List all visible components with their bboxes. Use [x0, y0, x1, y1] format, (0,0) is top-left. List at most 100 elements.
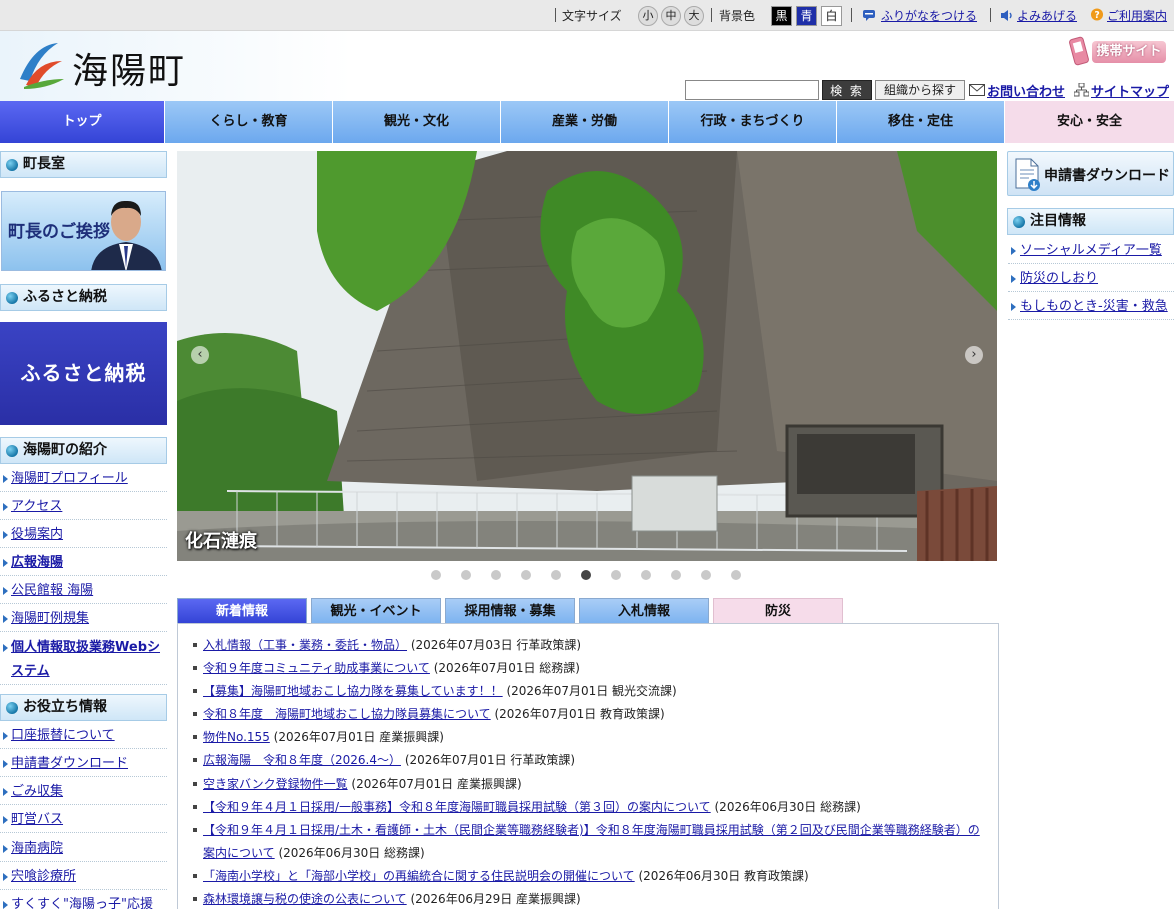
sidebar-item-garbage[interactable]: ごみ収集: [0, 780, 167, 805]
speech-bubble-icon: [863, 10, 875, 21]
slide-dot[interactable]: [731, 570, 741, 580]
slide-dot[interactable]: [671, 570, 681, 580]
sidebar-item-office-guide[interactable]: 役場案内: [0, 523, 167, 548]
mobile-site-label: 携帯サイト: [1092, 41, 1166, 63]
featured-disaster-guide[interactable]: 防災のしおり: [1008, 267, 1174, 292]
mobile-site-button[interactable]: 携帯サイト: [1066, 36, 1168, 68]
font-size-large-button[interactable]: 大: [684, 6, 704, 26]
news-link[interactable]: 【募集】海陽町地域おこし協力隊を募集しています！！: [203, 684, 503, 698]
separator: [851, 8, 852, 22]
sidebar-item-form-download[interactable]: 申請書ダウンロード: [0, 752, 167, 777]
sidebar-item-public-relations[interactable]: 広報海陽: [0, 551, 167, 576]
org-search-button[interactable]: 組織から探す: [875, 80, 965, 100]
separator: [711, 8, 712, 22]
nav-administration[interactable]: 行政・まちづくり: [669, 101, 837, 143]
sitemap-icon: [1074, 83, 1089, 97]
search-input[interactable]: [685, 80, 819, 100]
sidebar-item-town-bus[interactable]: 町営バス: [0, 808, 167, 833]
sidebar-item-access[interactable]: アクセス: [0, 495, 167, 520]
hero-slideshow[interactable]: [177, 151, 997, 561]
mayor-greeting-banner[interactable]: 町長のご挨拶: [1, 191, 166, 271]
news-item: 【令和９年４月１日採用/土木・看護師・土木（民間企業等職務経験者)】令和８年度海…: [193, 819, 983, 865]
furusato-heading: ふるさと納税: [0, 284, 167, 311]
sidebar-item-privacy-system[interactable]: 個人情報取扱業務Webシステム: [0, 636, 167, 685]
font-size-small-button[interactable]: 小: [638, 6, 658, 26]
news-link[interactable]: 令和９年度コミュニティ助成事業について: [203, 661, 430, 675]
slide-dot[interactable]: [491, 570, 501, 580]
news-link[interactable]: 【令和９年４月１日採用/一般事務】令和８年度海陽町職員採用試験（第３回）の案内に…: [203, 800, 711, 814]
slide-next-button[interactable]: ›: [965, 346, 983, 364]
tab-disaster-prevention[interactable]: 防災: [713, 598, 843, 623]
news-item: 広報海陽 令和８年度（2026.4〜） (2026年07月01日 行革政策課): [193, 749, 983, 772]
slide-dot[interactable]: [641, 570, 651, 580]
news-link[interactable]: 令和８年度 海陽町地域おこし協力隊員募集について: [203, 707, 491, 721]
tab-bidding[interactable]: 入札情報: [579, 598, 709, 623]
featured-heading: 注目情報: [1007, 208, 1174, 235]
mayor-portrait: [91, 200, 162, 270]
bg-black-button[interactable]: 黒: [771, 6, 792, 26]
read-aloud-link[interactable]: よみあげる: [1017, 7, 1077, 24]
form-download-button[interactable]: 申請書ダウンロード: [1007, 151, 1174, 196]
contact-link[interactable]: お問い合わせ: [987, 81, 1065, 100]
slide-dot[interactable]: [581, 570, 591, 580]
slide-dot[interactable]: [461, 570, 471, 580]
sidebar-item-kominkan[interactable]: 公民館報 海陽: [0, 579, 167, 604]
intro-heading: 海陽町の紹介: [0, 437, 167, 464]
tab-recruitment[interactable]: 採用情報・募集: [445, 598, 575, 623]
slide-caption: 化石漣痕: [185, 531, 257, 552]
featured-emergency[interactable]: もしものとき-災害・救急: [1008, 295, 1174, 320]
help-link[interactable]: ご利用案内: [1107, 7, 1167, 24]
news-link[interactable]: 森林環境譲与税の使途の公表について: [203, 892, 407, 906]
tab-tourism-events[interactable]: 観光・イベント: [311, 598, 441, 623]
slide-dot[interactable]: [701, 570, 711, 580]
nav-tourism-culture[interactable]: 観光・文化: [333, 101, 501, 143]
sidebar-item-bank-transfer[interactable]: 口座振替について: [0, 724, 167, 749]
form-download-label: 申請書ダウンロード: [1044, 168, 1170, 184]
slide-prev-button[interactable]: ‹: [191, 346, 209, 364]
bg-blue-button[interactable]: 青: [796, 6, 817, 26]
news-item: 森林環境譲与税の使途の公表について (2026年06月29日 産業振興課): [193, 888, 983, 909]
news-link[interactable]: 入札情報（工事・業務・委託・物品）: [203, 638, 407, 652]
sitemap-link[interactable]: サイトマップ: [1091, 81, 1169, 100]
news-item: 【募集】海陽町地域おこし協力隊を募集しています！！ (2026年07月01日 観…: [193, 680, 983, 703]
slide-dot[interactable]: [431, 570, 441, 580]
sidebar-item-child-support[interactable]: すくすく"海陽っ子"応援: [0, 893, 167, 909]
slide-dot[interactable]: [611, 570, 621, 580]
nav-life-education[interactable]: くらし・教育: [165, 101, 333, 143]
mayor-heading: 町長室: [0, 151, 167, 178]
sidebar-item-kainan-hospital[interactable]: 海南病院: [0, 837, 167, 862]
separator: [555, 8, 556, 22]
nav-migration[interactable]: 移住・定住: [837, 101, 1005, 143]
news-link[interactable]: 空き家バンク登録物件一覧: [203, 777, 348, 791]
bg-white-button[interactable]: 白: [821, 6, 842, 26]
furusato-tax-banner[interactable]: ふるさと納税: [0, 322, 167, 425]
site-header: 海陽町 携帯サイト 検 索 組織から探す お問い合わせ サイトマップ: [0, 31, 1174, 101]
news-link[interactable]: 広報海陽 令和８年度（2026.4〜）: [203, 753, 401, 767]
search-button[interactable]: 検 索: [822, 80, 872, 100]
nav-safety[interactable]: 安心・安全: [1005, 101, 1174, 143]
news-link[interactable]: 「海南小学校」と「海部小学校」の再編統合に関する住民説明会の開催について: [203, 869, 635, 883]
slide-dot[interactable]: [551, 570, 561, 580]
font-size-medium-button[interactable]: 中: [661, 6, 681, 26]
featured-social-media[interactable]: ソーシャルメディア一覧: [1008, 239, 1174, 264]
town-logo-text[interactable]: 海陽町: [72, 42, 186, 94]
tab-whats-new[interactable]: 新着情報: [177, 598, 307, 623]
sidebar-item-ordinances[interactable]: 海陽町例規集: [0, 607, 167, 632]
news-item: 「海南小学校」と「海部小学校」の再編統合に関する住民説明会の開催について (20…: [193, 865, 983, 888]
utility-bar: 文字サイズ 小 中 大 背景色 黒 青 白 ふりがなをつける よみあげる ? ご…: [0, 0, 1174, 31]
slide-dot[interactable]: [521, 570, 531, 580]
furigana-link[interactable]: ふりがなをつける: [881, 7, 977, 24]
sidebar-item-shishikui-clinic[interactable]: 宍喰診療所: [0, 865, 167, 890]
nav-industry-labor[interactable]: 産業・労働: [501, 101, 669, 143]
separator: [990, 8, 991, 22]
news-item: 空き家バンク登録物件一覧 (2026年07月01日 産業振興課): [193, 773, 983, 796]
useful-info-heading: お役立ち情報: [0, 694, 167, 721]
news-item: 令和８年度 海陽町地域おこし協力隊員募集について (2026年07月01日 教育…: [193, 703, 983, 726]
town-logo-icon[interactable]: [14, 39, 66, 91]
news-link[interactable]: 物件No.155: [203, 730, 270, 744]
global-nav: トップ くらし・教育 観光・文化 産業・労働 行政・まちづくり 移住・定住 安心…: [0, 101, 1174, 143]
bullet-orb-icon: [6, 159, 18, 171]
nav-top[interactable]: トップ: [0, 101, 165, 143]
sidebar-item-profile[interactable]: 海陽町プロフィール: [0, 467, 167, 492]
help-icon: ?: [1090, 8, 1104, 21]
